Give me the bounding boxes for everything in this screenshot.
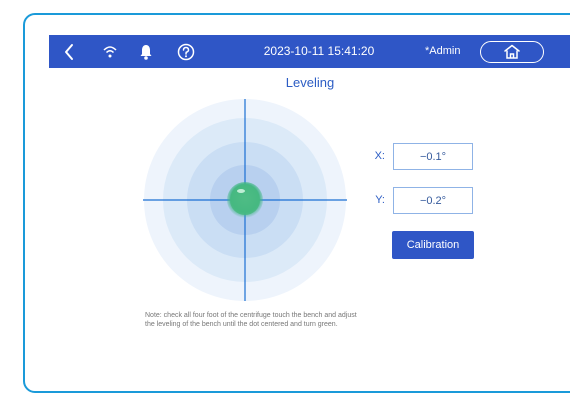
datetime-display: 2023-10-11 15:41:20 <box>263 44 375 58</box>
alarm-icon[interactable] <box>134 35 158 68</box>
y-value-text: −0.2° <box>419 194 447 207</box>
note-line-1: Note: check all four foot of the centrif… <box>145 312 357 319</box>
help-icon[interactable] <box>174 35 198 68</box>
calibration-button[interactable]: Calibration <box>392 231 474 259</box>
bubble-dot-core <box>230 185 260 215</box>
y-axis-label: Y: <box>375 194 385 206</box>
x-axis-label: X: <box>374 150 385 162</box>
x-value-text: −0.1° <box>419 150 447 163</box>
y-value-field: −0.2° <box>393 187 473 214</box>
home-button[interactable] <box>480 41 544 63</box>
x-value-field: −0.1° <box>393 143 473 170</box>
note-line-2: the leveling of the bench until the dot … <box>145 321 338 328</box>
top-bar: 2023-10-11 15:41:20 *Admin <box>49 35 570 68</box>
leveling-note: Note: check all four foot of the centrif… <box>145 311 445 329</box>
user-label: *Admin <box>425 45 461 57</box>
wifi-icon <box>98 35 122 68</box>
bubble-level-target <box>143 99 347 301</box>
bubble-highlight <box>237 189 245 193</box>
home-icon <box>504 44 520 59</box>
back-icon[interactable] <box>59 35 79 68</box>
page-title: Leveling <box>285 75 335 90</box>
